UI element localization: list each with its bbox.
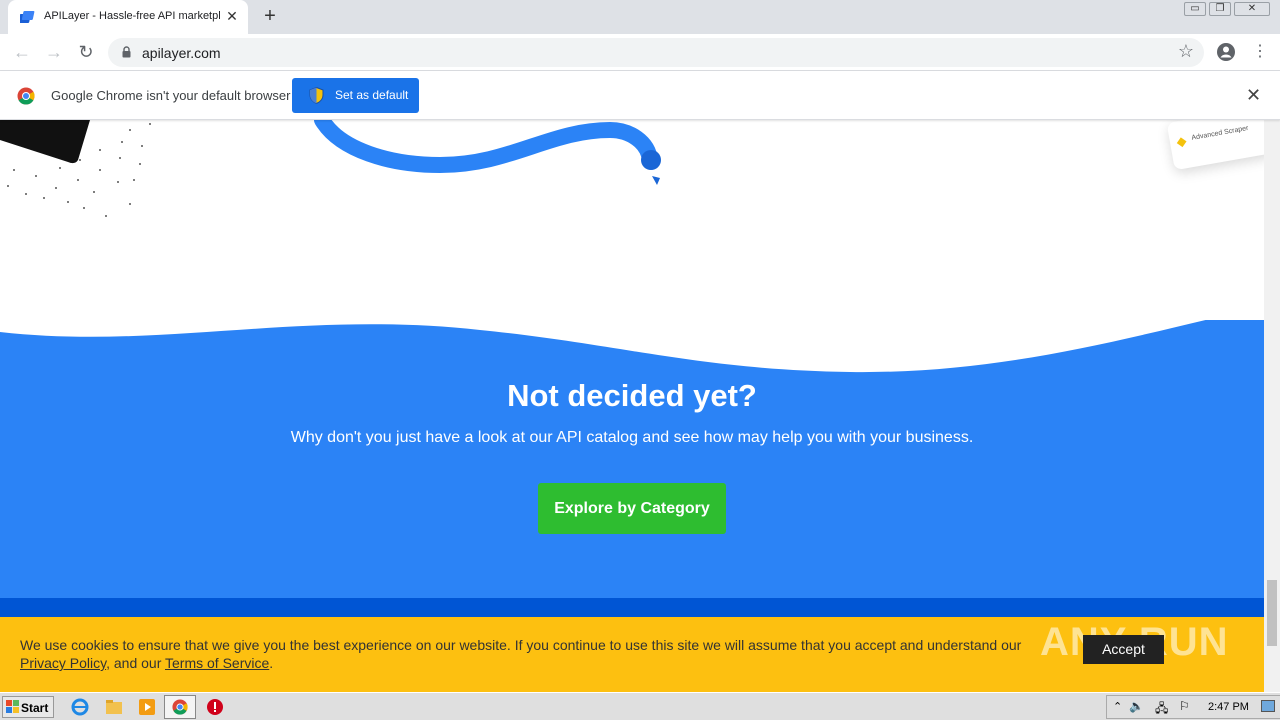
infobar-close-icon[interactable]: ✕ (1246, 85, 1261, 106)
menu-kebab-icon[interactable]: ⋮ (1252, 42, 1268, 62)
browser-tab[interactable]: APILayer - Hassle-free API marketplace ✕ (8, 0, 248, 34)
clock: 2:47 PM (1208, 701, 1249, 713)
internet-explorer-icon[interactable] (70, 697, 90, 717)
new-tab-button[interactable]: + (258, 6, 282, 28)
forward-arrow-icon[interactable]: → (42, 40, 66, 64)
windows-logo-icon (6, 700, 19, 713)
section-subheading: Why don't you just have a look at our AP… (290, 429, 974, 446)
cookie-text-prefix: We use cookies to ensure that we give yo… (20, 637, 1022, 653)
shield-icon (309, 87, 324, 104)
url-text: apilayer.com (142, 45, 221, 61)
apilayer-favicon-icon (20, 11, 35, 23)
system-tray: ⌃ 🔈 🖧 ⚐ (1106, 695, 1280, 719)
tab-close-icon[interactable]: ✕ (224, 8, 240, 24)
feature-card: Advanced Scraper (1166, 120, 1264, 171)
reload-icon[interactable]: ↻ (74, 40, 98, 64)
windows-taskbar: Start ⌃ 🔈 🖧 ⚐ 2:47 PM (0, 692, 1280, 720)
start-label: Start (21, 701, 49, 715)
action-center-flag-icon[interactable]: ⚐ (1179, 699, 1190, 713)
page-scrollbar[interactable] (1264, 120, 1280, 692)
cta-section-background (0, 320, 1264, 620)
infobar-message: Google Chrome isn't your default browser (51, 88, 291, 103)
chrome-logo-icon (17, 87, 35, 105)
set-as-default-label: Set as default (335, 88, 409, 102)
close-window-button[interactable]: ✕ (1234, 2, 1270, 16)
media-player-icon[interactable] (137, 697, 157, 717)
set-as-default-button[interactable]: Set as default (292, 78, 419, 113)
chrome-taskbar-icon (172, 699, 188, 715)
privacy-policy-link[interactable]: Privacy Policy (20, 655, 106, 671)
decorative-curve (314, 120, 661, 185)
phone-illustration (0, 120, 151, 217)
cookie-message: We use cookies to ensure that we give yo… (20, 636, 1030, 672)
page-viewport: Advanced Scraper Not decided yet? Why do… (0, 120, 1264, 692)
stop-icon[interactable] (205, 697, 225, 717)
restore-button[interactable]: ❐ (1209, 2, 1231, 16)
accept-cookies-button[interactable]: Accept (1083, 635, 1164, 664)
cookie-text-suffix: . (269, 655, 274, 671)
cookie-text-middle: , and our (106, 655, 165, 671)
footer-band (0, 598, 1264, 618)
minimize-button[interactable]: ▭ (1184, 2, 1206, 16)
cookie-banner: We use cookies to ensure that we give yo… (0, 617, 1264, 692)
volume-icon[interactable]: 🔈 (1129, 699, 1144, 713)
tab-strip: APILayer - Hassle-free API marketplace ✕… (0, 0, 1280, 34)
profile-avatar-icon[interactable] (1216, 42, 1236, 62)
explore-by-category-button[interactable]: Explore by Category (538, 483, 726, 534)
lock-icon (122, 46, 131, 58)
card-icon (1176, 137, 1187, 148)
default-browser-infobar: Google Chrome isn't your default browser… (0, 71, 1280, 120)
back-arrow-icon[interactable]: ← (10, 40, 34, 64)
section-heading: Not decided yet? (507, 378, 757, 413)
card-title: Advanced Scraper (1191, 124, 1249, 142)
browser-toolbar: ← → ↻ apilayer.com ☆ ⋮ (0, 34, 1280, 71)
tab-title: APILayer - Hassle-free API marketplace (44, 10, 220, 22)
show-desktop-icon[interactable] (1261, 700, 1275, 712)
bookmark-star-icon[interactable]: ☆ (1178, 41, 1194, 62)
address-bar[interactable]: apilayer.com ☆ (108, 38, 1204, 67)
show-hidden-icons-icon[interactable]: ⌃ (1113, 700, 1122, 713)
start-button[interactable]: Start (2, 696, 54, 718)
terms-of-service-link[interactable]: Terms of Service (165, 655, 269, 671)
network-icon[interactable]: 🖧 (1155, 699, 1168, 720)
scrollbar-thumb[interactable] (1267, 580, 1277, 646)
chrome-taskbar-button[interactable] (164, 695, 196, 719)
file-explorer-icon[interactable] (104, 697, 124, 717)
